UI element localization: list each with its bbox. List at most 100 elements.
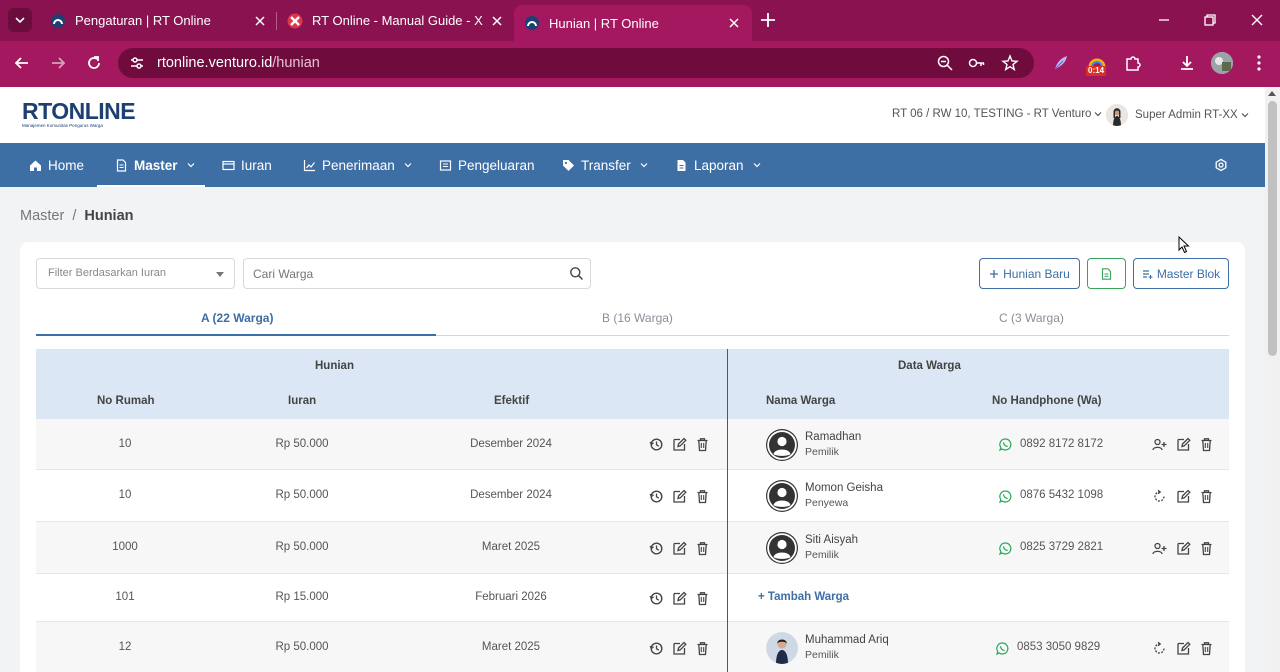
kebab-menu-icon[interactable] (1249, 53, 1269, 73)
organization-select[interactable]: RT 06 / RW 10, TESTING - RT Venturo (892, 108, 1102, 120)
history-icon[interactable] (649, 541, 664, 556)
iuran-filter-select[interactable]: Filter Berdasarkan Iuran (36, 258, 235, 289)
user-avatar-icon (766, 532, 798, 564)
column-efektif[interactable]: Efektif (494, 395, 529, 407)
trash-icon[interactable] (1199, 437, 1214, 452)
scroll-up-arrow-icon[interactable] (1268, 91, 1276, 96)
nav-iuran[interactable]: Iuran (222, 143, 272, 187)
nav-pengeluaran[interactable]: Pengeluaran (439, 143, 535, 187)
rt-online-logo[interactable]: RTONLINE Manajemen Komunitas Pengurus Wa… (22, 98, 136, 131)
edit-icon[interactable] (1176, 641, 1191, 656)
add-person-icon[interactable] (1152, 541, 1167, 556)
edit-icon[interactable] (1176, 541, 1191, 556)
edit-icon[interactable] (1176, 489, 1191, 504)
history-icon[interactable] (649, 641, 664, 656)
history-icon[interactable] (649, 489, 664, 504)
restore-icon[interactable] (1201, 11, 1219, 29)
trash-icon[interactable] (1199, 541, 1214, 556)
tambah-warga-link[interactable]: + Tambah Warga (758, 591, 849, 603)
nav-transfer[interactable]: Transfer (562, 143, 649, 187)
extensions-puzzle-icon[interactable] (1123, 53, 1143, 73)
tab-search-button[interactable] (8, 8, 32, 32)
browser-tab-pengaturan[interactable]: Pengaturan | RT Online (40, 5, 278, 36)
trash-icon[interactable] (695, 591, 710, 606)
home-icon (30, 160, 41, 171)
back-icon[interactable] (12, 53, 32, 73)
tab-blok-a[interactable]: A (22 Warga) (201, 311, 273, 325)
column-nama-warga[interactable]: Nama Warga (766, 395, 835, 407)
add-person-icon[interactable] (1152, 437, 1167, 452)
whatsapp-icon[interactable] (999, 489, 1012, 503)
column-iuran[interactable]: Iuran (288, 395, 316, 407)
warga-name: Momon Geisha (805, 482, 883, 494)
nav-label: Home (48, 157, 85, 173)
efektif-cell: Desember 2024 (470, 437, 552, 450)
tab-blok-b[interactable]: B (16 Warga) (602, 311, 673, 325)
zoom-icon[interactable] (936, 54, 954, 72)
reset-icon[interactable] (1152, 641, 1167, 656)
reload-icon[interactable] (84, 53, 104, 73)
close-icon[interactable] (726, 15, 742, 31)
whatsapp-icon[interactable] (996, 641, 1009, 655)
logo-text: RTONLINE (22, 98, 136, 124)
close-icon[interactable] (252, 13, 268, 29)
settings-gear-icon[interactable] (1214, 158, 1228, 172)
edit-icon[interactable] (672, 437, 687, 452)
breadcrumb-parent[interactable]: Master (20, 208, 64, 224)
trash-icon[interactable] (695, 489, 710, 504)
profile-avatar[interactable] (1211, 52, 1233, 74)
button-label: Hunian Baru (1003, 266, 1070, 281)
tab-title: Hunian | RT Online (549, 15, 659, 31)
trash-icon[interactable] (1199, 641, 1214, 656)
rt-online-favicon-icon (51, 13, 65, 28)
plus-icon (990, 269, 999, 278)
nav-laporan[interactable]: Laporan (675, 143, 762, 187)
trash-icon[interactable] (1199, 489, 1214, 504)
search-icon[interactable] (569, 266, 584, 281)
user-menu[interactable]: Super Admin RT-XX (1106, 104, 1249, 126)
export-excel-button[interactable] (1087, 258, 1126, 289)
history-icon[interactable] (649, 591, 664, 606)
close-icon[interactable] (489, 13, 505, 29)
forward-icon[interactable] (48, 53, 68, 73)
column-no-rumah[interactable]: No Rumah (97, 395, 155, 407)
nav-master[interactable]: Master (115, 143, 196, 187)
nav-home[interactable]: Home (29, 143, 84, 187)
password-key-icon[interactable] (968, 54, 986, 72)
column-no-handphone[interactable]: No Handphone (Wa) (992, 395, 1101, 407)
minimize-icon[interactable] (1155, 11, 1173, 29)
reset-icon[interactable] (1152, 489, 1167, 504)
edit-icon[interactable] (1176, 437, 1191, 452)
search-warga-input[interactable] (243, 258, 591, 289)
trash-icon[interactable] (695, 541, 710, 556)
close-window-icon[interactable] (1248, 11, 1266, 29)
trash-icon[interactable] (695, 641, 710, 656)
chevron-down-icon (640, 163, 648, 168)
whatsapp-icon[interactable] (999, 438, 1012, 451)
list-settings-icon (1142, 269, 1153, 279)
history-icon[interactable] (649, 437, 664, 452)
nav-label: Transfer (581, 157, 631, 173)
trash-icon[interactable] (695, 437, 710, 452)
bookmark-star-icon[interactable] (1001, 54, 1019, 72)
url-text[interactable]: rtonline.venturo.id/hunian (157, 55, 320, 71)
edit-icon[interactable] (672, 541, 687, 556)
edit-icon[interactable] (672, 489, 687, 504)
site-settings-icon[interactable] (128, 54, 146, 72)
new-tab-icon[interactable] (758, 10, 778, 30)
master-blok-button[interactable]: Master Blok (1133, 258, 1229, 289)
edit-icon[interactable] (672, 591, 687, 606)
tab-blok-c[interactable]: C (3 Warga) (999, 311, 1064, 325)
warga-phone: 0853 3050 9829 (1017, 641, 1101, 653)
browser-tab-hunian[interactable]: Hunian | RT Online (514, 5, 752, 41)
efektif-cell: Maret 2025 (481, 541, 541, 553)
feather-extension-icon[interactable] (1051, 53, 1071, 73)
nav-penerimaan[interactable]: Penerimaan (303, 143, 413, 187)
download-icon[interactable] (1177, 53, 1197, 73)
edit-icon[interactable] (672, 641, 687, 656)
whatsapp-icon[interactable] (999, 541, 1012, 555)
browser-tab-manual-guide[interactable]: RT Online - Manual Guide - Xmi (277, 5, 515, 36)
scrollbar-thumb[interactable] (1268, 101, 1277, 356)
iuran-cell: Rp 50.000 (275, 489, 329, 501)
hunian-baru-button[interactable]: Hunian Baru (979, 258, 1080, 289)
